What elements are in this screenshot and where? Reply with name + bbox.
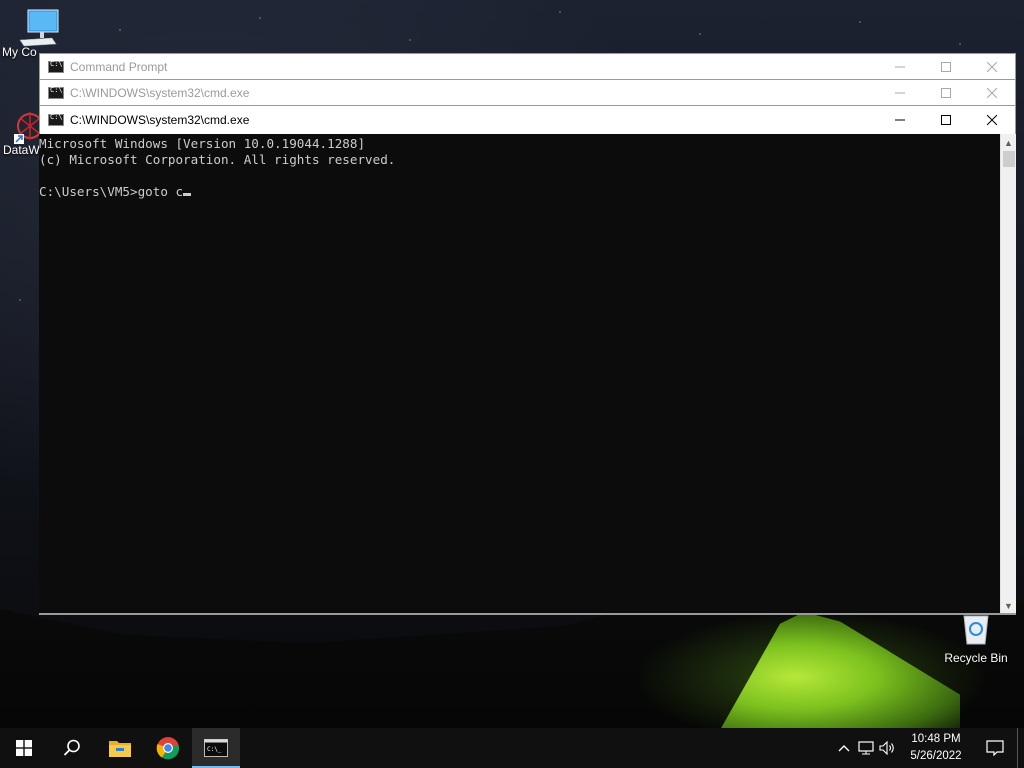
- volume-icon: [879, 741, 894, 755]
- window-border: [39, 613, 1016, 615]
- console-line: Microsoft Windows [Version 10.0.19044.12…: [39, 136, 366, 151]
- search-icon: [63, 739, 80, 756]
- maximize-button[interactable]: [923, 80, 969, 106]
- maximize-button[interactable]: [923, 54, 969, 80]
- start-button[interactable]: [0, 728, 48, 768]
- titlebar[interactable]: Command Prompt: [40, 54, 1015, 80]
- console-output[interactable]: Microsoft Windows [Version 10.0.19044.12…: [39, 134, 1001, 614]
- maximize-icon: [941, 115, 951, 125]
- window-cmd-active[interactable]: C:\WINDOWS\system32\cmd.exe: [39, 105, 1016, 135]
- chrome-button[interactable]: [144, 728, 192, 768]
- svg-text:C:\_: C:\_: [207, 746, 222, 753]
- desktop-icon-recycle-bin[interactable]: Recycle Bin: [936, 612, 1016, 665]
- recycle-bin-icon: [963, 615, 989, 645]
- scroll-up-button[interactable]: ▲: [1001, 134, 1016, 151]
- minimize-icon: [895, 119, 905, 121]
- minimize-icon: [895, 66, 905, 68]
- minimize-button[interactable]: [877, 106, 923, 134]
- taskbar: C:\_ 10:48 PM 5/26/2022: [0, 728, 1024, 768]
- scroll-thumb[interactable]: [1002, 151, 1015, 167]
- desktop-icon-label: Recycle Bin: [944, 651, 1008, 665]
- minimize-button[interactable]: [877, 54, 923, 80]
- clock-time: 10:48 PM: [911, 733, 961, 745]
- show-hidden-icons-button[interactable]: [833, 728, 855, 768]
- close-icon: [987, 62, 997, 72]
- close-icon: [987, 115, 997, 125]
- show-desktop-button[interactable]: [1017, 728, 1024, 768]
- windows-start-icon: [16, 740, 32, 756]
- cmd-icon: [48, 113, 64, 126]
- minimize-icon: [895, 92, 905, 94]
- action-center-button[interactable]: [973, 728, 1017, 768]
- cmd-taskbar-button[interactable]: C:\_: [192, 728, 240, 768]
- maximize-button[interactable]: [923, 106, 969, 134]
- console-command: C:\Users\VM5>goto c: [39, 184, 184, 199]
- close-button[interactable]: [969, 54, 1015, 80]
- console-scrollbar[interactable]: ▲ ▼: [1000, 134, 1016, 614]
- volume-button[interactable]: [877, 728, 899, 768]
- maximize-icon: [941, 88, 951, 98]
- maximize-icon: [941, 62, 951, 72]
- text-cursor: [183, 193, 192, 196]
- file-explorer-button[interactable]: [96, 728, 144, 768]
- desktop-icon-my-computer[interactable]: My Co: [0, 8, 59, 59]
- close-button[interactable]: [969, 80, 1015, 106]
- network-button[interactable]: [855, 728, 877, 768]
- clock[interactable]: 10:48 PM 5/26/2022: [899, 731, 973, 765]
- scroll-down-button[interactable]: ▼: [1001, 597, 1016, 614]
- desktop-icon-dataw[interactable]: DataW: [0, 108, 43, 157]
- search-button[interactable]: [48, 728, 96, 768]
- clock-date: 5/26/2022: [910, 750, 962, 762]
- titlebar[interactable]: C:\WINDOWS\system32\cmd.exe: [40, 80, 1015, 106]
- chrome-icon: [156, 737, 180, 760]
- close-icon: [987, 88, 997, 98]
- window-title: Command Prompt: [70, 60, 168, 74]
- notification-icon: [986, 740, 1004, 756]
- desktop-icon-label: DataW: [3, 143, 40, 157]
- window-title: C:\WINDOWS\system32\cmd.exe: [70, 86, 250, 100]
- file-explorer-icon: [109, 741, 131, 757]
- cmd-icon: [48, 60, 64, 73]
- minimize-button[interactable]: [877, 80, 923, 106]
- titlebar[interactable]: C:\WINDOWS\system32\cmd.exe: [40, 106, 1015, 134]
- chevron-up-icon: [838, 745, 850, 752]
- system-tray: 10:48 PM 5/26/2022: [833, 728, 1024, 768]
- cmd-icon: C:\_: [204, 739, 228, 757]
- window-title: C:\WINDOWS\system32\cmd.exe: [70, 113, 250, 127]
- close-button[interactable]: [969, 106, 1015, 134]
- cmd-icon: [48, 86, 64, 99]
- console-line: (c) Microsoft Corporation. All rights re…: [39, 152, 396, 167]
- network-icon: [858, 741, 874, 755]
- console-prompt-line[interactable]: C:\Users\VM5>goto c: [39, 184, 1001, 200]
